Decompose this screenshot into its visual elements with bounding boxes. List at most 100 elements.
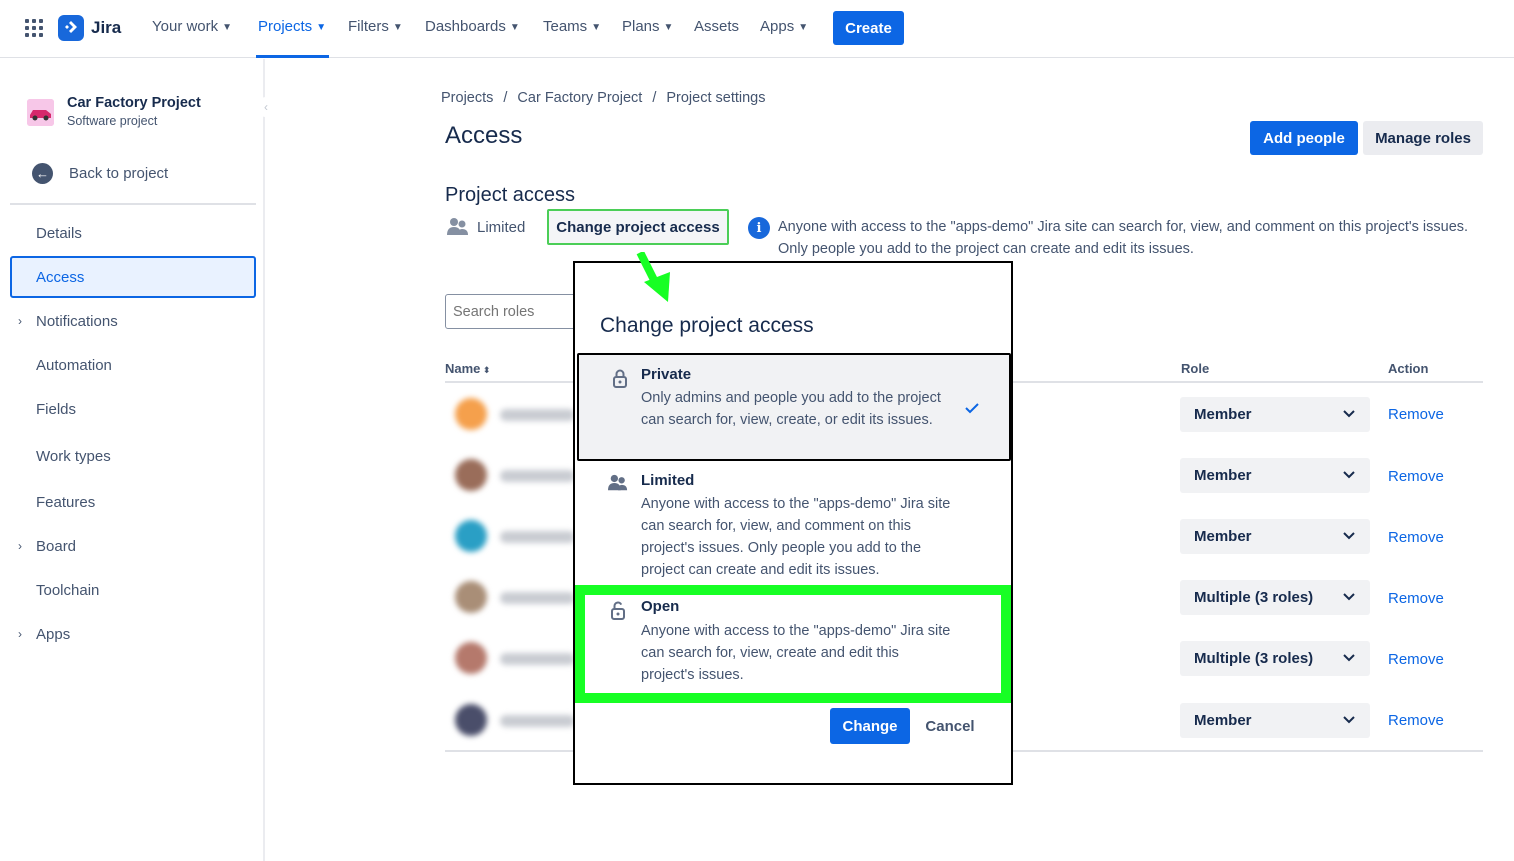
access-option-limited[interactable]: Limited Anyone with access to the "apps-… bbox=[577, 463, 1011, 581]
option-title: Private bbox=[641, 366, 692, 383]
jira-logo[interactable]: Jira bbox=[58, 15, 121, 41]
page-title: Access bbox=[445, 122, 523, 149]
cancel-button[interactable]: Cancel bbox=[920, 708, 980, 744]
manage-roles-button[interactable]: Manage roles bbox=[1363, 121, 1483, 155]
role-select[interactable]: Multiple (3 roles) bbox=[1180, 580, 1370, 615]
nav-filters[interactable]: Filters ▼ bbox=[348, 18, 403, 35]
nav-projects[interactable]: Projects ▼ bbox=[258, 18, 326, 35]
sidebar-item-board[interactable]: › Board bbox=[10, 525, 256, 567]
member-name-blurred bbox=[500, 653, 575, 665]
role-select[interactable]: Member bbox=[1180, 703, 1370, 738]
breadcrumb-projects[interactable]: Projects bbox=[441, 90, 493, 106]
remove-link[interactable]: Remove bbox=[1388, 590, 1444, 607]
avatar bbox=[455, 520, 487, 552]
chevron-down-icon: ▼ bbox=[392, 21, 403, 33]
arrow-left-icon: ← bbox=[32, 163, 53, 184]
chevron-down-icon: ▼ bbox=[663, 21, 674, 33]
chevron-down-icon bbox=[1343, 532, 1355, 540]
avatar bbox=[455, 581, 487, 613]
column-header-action: Action bbox=[1388, 361, 1429, 376]
chevron-down-icon: ▼ bbox=[316, 21, 327, 33]
breadcrumb: Projects / Car Factory Project / Project… bbox=[441, 90, 766, 106]
column-header-name[interactable]: Name ⬍ bbox=[445, 361, 490, 376]
lock-icon bbox=[613, 369, 627, 388]
sidebar-item-apps[interactable]: › Apps bbox=[10, 613, 256, 655]
member-name-blurred bbox=[500, 470, 575, 482]
sidebar: Car Factory Project Software project ‹ ←… bbox=[0, 59, 276, 861]
project-name: Car Factory Project bbox=[67, 95, 201, 111]
back-label: Back to project bbox=[69, 165, 169, 182]
option-title: Limited bbox=[641, 472, 695, 489]
chevron-down-icon bbox=[1343, 654, 1355, 662]
chevron-right-icon: › bbox=[18, 539, 22, 553]
chevron-down-icon: ▼ bbox=[798, 21, 809, 33]
role-select[interactable]: Member bbox=[1180, 458, 1370, 493]
avatar bbox=[455, 704, 487, 736]
sidebar-item-access[interactable]: Access bbox=[10, 256, 256, 298]
role-select[interactable]: Multiple (3 roles) bbox=[1180, 641, 1370, 676]
change-button[interactable]: Change bbox=[830, 708, 910, 744]
sidebar-item-notifications[interactable]: › Notifications bbox=[10, 300, 256, 342]
role-select[interactable]: Member bbox=[1180, 519, 1370, 554]
chevron-down-icon: ▼ bbox=[222, 21, 233, 33]
current-access: Limited bbox=[447, 217, 525, 237]
column-header-role: Role bbox=[1181, 361, 1210, 376]
member-name-blurred bbox=[500, 409, 575, 421]
remove-link[interactable]: Remove bbox=[1388, 651, 1444, 668]
nav-assets[interactable]: Assets bbox=[694, 18, 739, 35]
sidebar-item-toolchain[interactable]: Toolchain bbox=[10, 569, 256, 611]
annotation-arrow-icon bbox=[636, 252, 670, 302]
top-navigation: Jira Your work ▼ Projects ▼ Filters ▼ Dashb… bbox=[0, 0, 1514, 58]
option-description: Anyone with access to the "apps-demo" Ji… bbox=[641, 623, 951, 683]
chevron-down-icon: ▼ bbox=[591, 21, 602, 33]
app-switcher-icon[interactable] bbox=[24, 18, 44, 38]
dialog-title: Change project access bbox=[600, 314, 814, 337]
breadcrumb-separator: / bbox=[503, 90, 508, 106]
sidebar-item-features[interactable]: Features bbox=[10, 481, 256, 523]
access-option-open[interactable]: Open Anyone with access to the "apps-dem… bbox=[577, 588, 1011, 700]
nav-apps[interactable]: Apps ▼ bbox=[760, 18, 808, 35]
sidebar-item-automation[interactable]: Automation bbox=[10, 344, 256, 386]
chevron-down-icon bbox=[1343, 410, 1355, 418]
member-name-blurred bbox=[500, 531, 575, 543]
chevron-right-icon: › bbox=[18, 314, 22, 328]
chevron-down-icon: ▼ bbox=[509, 21, 520, 33]
people-icon bbox=[608, 474, 628, 491]
remove-link[interactable]: Remove bbox=[1388, 406, 1444, 423]
option-description: Anyone with access to the "apps-demo" Ji… bbox=[641, 496, 951, 578]
option-description: Only admins and people you add to the pr… bbox=[641, 390, 941, 428]
breadcrumb-project[interactable]: Car Factory Project bbox=[517, 90, 642, 106]
collapse-sidebar-icon[interactable]: ‹ bbox=[256, 97, 276, 117]
nav-dashboards[interactable]: Dashboards ▼ bbox=[425, 18, 520, 35]
sidebar-item-work-types[interactable]: Work types bbox=[10, 435, 256, 477]
checkmark-icon bbox=[965, 403, 979, 414]
search-roles-input[interactable] bbox=[445, 294, 585, 329]
chevron-down-icon bbox=[1343, 716, 1355, 724]
add-people-button[interactable]: Add people bbox=[1250, 121, 1358, 155]
create-button[interactable]: Create bbox=[833, 11, 904, 45]
role-select[interactable]: Member bbox=[1180, 397, 1370, 432]
sidebar-item-fields[interactable]: Fields bbox=[10, 388, 256, 430]
info-icon: i bbox=[748, 217, 770, 239]
remove-link[interactable]: Remove bbox=[1388, 529, 1444, 546]
member-name-blurred bbox=[500, 592, 575, 604]
sidebar-item-details[interactable]: Details bbox=[10, 212, 256, 254]
nav-teams[interactable]: Teams ▼ bbox=[543, 18, 601, 35]
change-project-access-button[interactable]: Change project access bbox=[547, 209, 729, 245]
member-name-blurred bbox=[500, 715, 575, 727]
breadcrumb-settings[interactable]: Project settings bbox=[666, 90, 765, 106]
option-title: Open bbox=[641, 598, 680, 615]
remove-link[interactable]: Remove bbox=[1388, 712, 1444, 729]
avatar bbox=[455, 642, 487, 674]
project-type: Software project bbox=[67, 114, 158, 128]
avatar bbox=[455, 459, 487, 491]
unlock-icon bbox=[611, 601, 625, 620]
back-to-project-link[interactable]: ← Back to project bbox=[32, 163, 168, 184]
section-title: Project access bbox=[445, 184, 576, 206]
people-icon bbox=[447, 218, 468, 235]
nav-your-work[interactable]: Your work ▼ bbox=[152, 18, 232, 35]
access-option-private[interactable]: Private Only admins and people you add t… bbox=[577, 353, 1011, 461]
avatar bbox=[455, 398, 487, 430]
remove-link[interactable]: Remove bbox=[1388, 468, 1444, 485]
nav-plans[interactable]: Plans ▼ bbox=[622, 18, 673, 35]
